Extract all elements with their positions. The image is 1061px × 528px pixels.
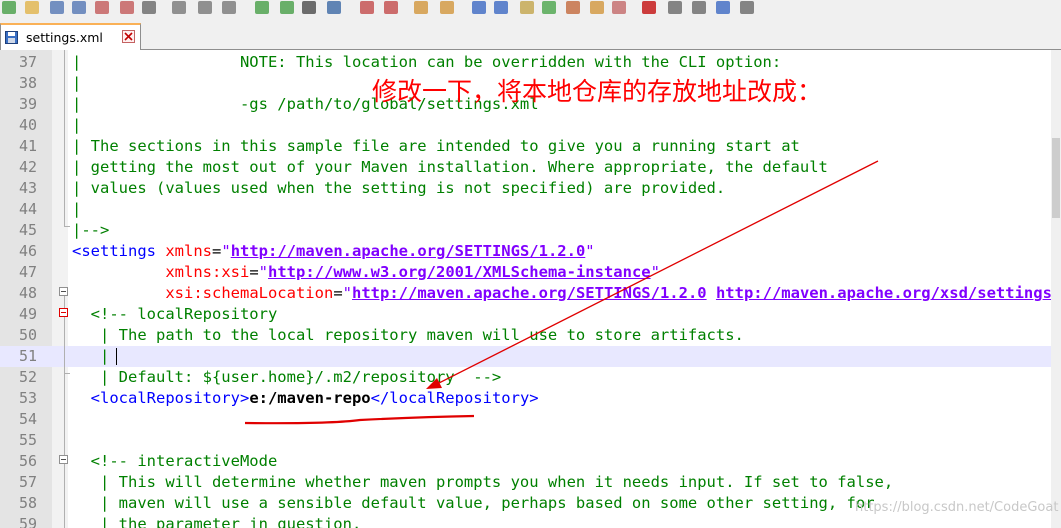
annotation-arrow [436,160,879,385]
watermark: https://blog.csdn.net/CodeGoat [855,500,1059,515]
annotation-underline [244,414,475,425]
annotation-text: 修改一下，将本地仓库的存放地址改成： [372,77,823,106]
arrow-head-icon [426,378,442,389]
